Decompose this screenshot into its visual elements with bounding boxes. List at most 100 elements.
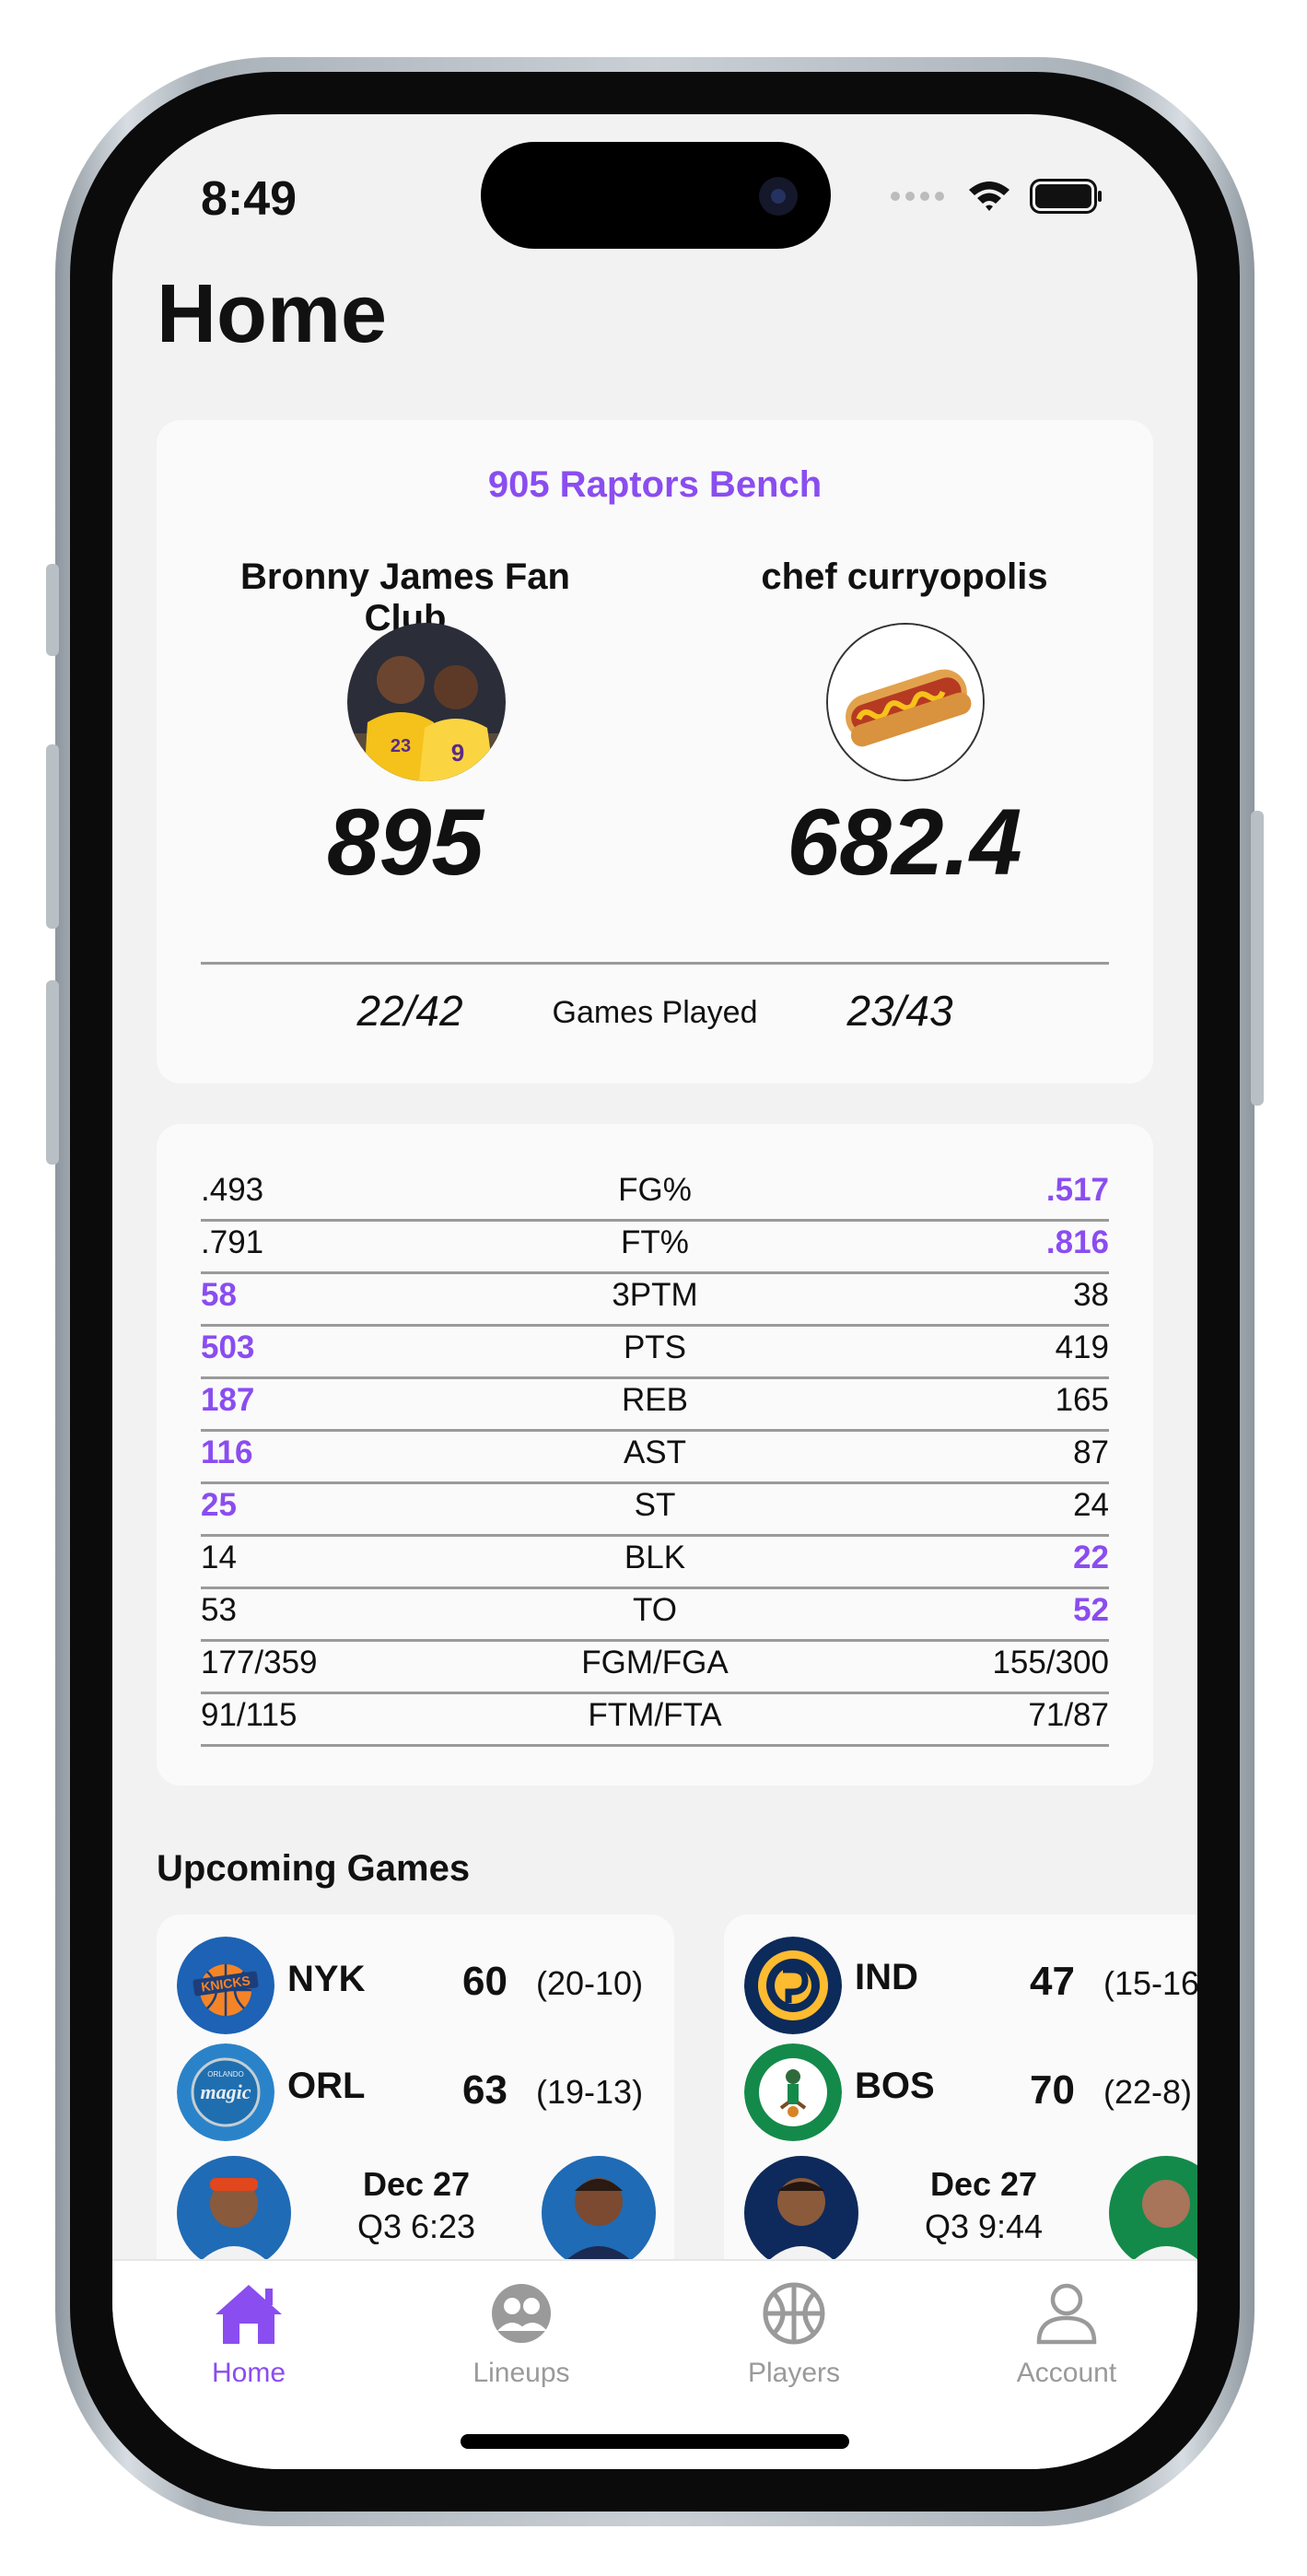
- team-record: (22-8): [1103, 2073, 1193, 2111]
- team-record: (15-16): [1103, 1964, 1197, 2002]
- stat-row: .493 FG% .517: [201, 1166, 1109, 1222]
- tab-players[interactable]: Players: [702, 2281, 886, 2389]
- game-card[interactable]: KNICKS NYK 60 (20-10) magic ORLANDO ORL …: [157, 1914, 674, 2283]
- team-abbreviation: ORL: [287, 2066, 366, 2106]
- stat-label: FTM/FTA: [588, 1697, 722, 1733]
- knicks-logo-icon: KNICKS: [177, 1937, 274, 2034]
- status-time: 8:49: [201, 172, 298, 226]
- stat-label: FG%: [618, 1172, 692, 1208]
- stat-right-value: 419: [1055, 1329, 1109, 1365]
- stats-comparison-card: .493 FG% .517.791 FT% .816 58 3PTM 38 503 PTS 419 1…: [157, 1124, 1153, 1786]
- stat-label: TO: [633, 1592, 677, 1628]
- stat-row: 14 BLK 22: [201, 1534, 1109, 1589]
- stat-right-value: 22: [1073, 1540, 1109, 1575]
- stat-right-value: 155/300: [992, 1645, 1109, 1680]
- home-team-score: 895: [326, 790, 484, 895]
- away-team-name: chef curryopolis: [761, 556, 1048, 597]
- stat-row: 53 TO 52: [201, 1587, 1109, 1642]
- volume-up-button: [46, 744, 59, 929]
- game-clock: Q3 9:44: [924, 2207, 1044, 2245]
- cellular-signal-icon: [891, 192, 944, 201]
- stat-row: 177/359 FGM/FGA 155/300: [201, 1639, 1109, 1694]
- upcoming-games-title: Upcoming Games: [157, 1848, 471, 1889]
- pacers-logo-icon: [744, 1937, 842, 2034]
- home-team-avatar: 23 9: [347, 623, 506, 781]
- people-icon: [492, 2284, 551, 2343]
- away-games-played: 23/43: [846, 987, 953, 1035]
- team-projection: 63: [462, 2067, 508, 2113]
- stat-right-value: 38: [1073, 1277, 1109, 1313]
- games-played-label: Games Played: [552, 995, 758, 1030]
- action-button: [46, 564, 59, 656]
- game-date: Dec 27: [929, 2165, 1038, 2203]
- magic-logo-icon: magic ORLANDO: [177, 2043, 274, 2141]
- status-icons: [890, 179, 1103, 214]
- screen: 8:49 Home 905 Raptors Bench Bronny James…: [112, 114, 1197, 2469]
- tab-label: Account: [1016, 2358, 1117, 2388]
- game-date: Dec 27: [362, 2165, 471, 2203]
- matchup-card[interactable]: 905 Raptors Bench Bronny James Fan Club …: [157, 420, 1153, 1083]
- stat-label: FGM/FGA: [581, 1645, 729, 1680]
- wifi-icon: [969, 181, 1009, 211]
- game-clock: Q3 6:23: [356, 2207, 476, 2245]
- team-record: (20-10): [536, 1964, 644, 2002]
- stat-right-value: .517: [1045, 1172, 1109, 1208]
- dynamic-island: [481, 142, 831, 249]
- player-avatar: [542, 2156, 656, 2270]
- team-projection: 70: [1030, 2067, 1075, 2113]
- tab-lineups[interactable]: Lineups: [429, 2281, 613, 2389]
- away-team-score: 682.4: [787, 790, 1022, 895]
- league-name[interactable]: 905 Raptors Bench: [157, 464, 1153, 506]
- stat-row: 503 PTS 419: [201, 1324, 1109, 1379]
- svg-text:23: 23: [391, 736, 411, 756]
- stat-right-value: 71/87: [1028, 1697, 1109, 1733]
- basketball-icon: [763, 2282, 825, 2345]
- stat-label: 3PTM: [612, 1277, 698, 1313]
- tab-label: Players: [747, 2358, 841, 2388]
- page-title: Home: [157, 268, 388, 360]
- power-button: [1251, 811, 1264, 1106]
- stat-row: 187 REB 165: [201, 1376, 1109, 1432]
- stat-label: PTS: [623, 1329, 687, 1365]
- stat-row: 58 3PTM 38: [201, 1271, 1109, 1327]
- stat-right-value: 24: [1073, 1487, 1109, 1523]
- stat-label: AST: [623, 1434, 687, 1470]
- stat-row: 25 ST 24: [201, 1481, 1109, 1537]
- stat-right-value: 87: [1073, 1434, 1109, 1470]
- team-abbreviation: BOS: [855, 2066, 935, 2106]
- stat-right-value: .816: [1045, 1224, 1109, 1260]
- game-card[interactable]: IND 47 (15-16) BOS 70 (22-8) Dec 27: [724, 1914, 1197, 2283]
- stat-row: 91/115 FTM/FTA 71/87: [201, 1692, 1109, 1747]
- celtics-logo-icon: [744, 2043, 842, 2141]
- svg-text:magic: magic: [201, 2080, 251, 2103]
- away-team-avatar: [826, 623, 985, 781]
- stat-row: .791 FT% .816: [201, 1219, 1109, 1274]
- battery-icon: [1030, 179, 1102, 214]
- stat-right-value: 165: [1055, 1382, 1109, 1418]
- camera-icon: [759, 177, 798, 216]
- player-avatar: [744, 2156, 858, 2270]
- svg-text:9: 9: [451, 739, 464, 767]
- stat-label: BLK: [624, 1540, 686, 1575]
- team-abbreviation: IND: [855, 1957, 918, 1997]
- stat-label: REB: [622, 1382, 688, 1418]
- team-abbreviation: NYK: [287, 1959, 366, 1999]
- person-icon: [1036, 2283, 1097, 2345]
- team-projection: 60: [462, 1959, 508, 2004]
- tab-label: Home: [211, 2358, 286, 2388]
- stat-row: 116 AST 87: [201, 1429, 1109, 1484]
- stat-right-value: 52: [1073, 1592, 1109, 1628]
- house-icon: [216, 2285, 282, 2344]
- divider: [201, 962, 1109, 965]
- player-avatar: [1109, 2156, 1197, 2270]
- team-projection: 47: [1030, 1959, 1075, 2004]
- tab-label: Lineups: [473, 2358, 570, 2388]
- stat-label: FT%: [621, 1224, 689, 1260]
- stat-label: ST: [634, 1487, 676, 1523]
- volume-down-button: [46, 980, 59, 1165]
- tab-home[interactable]: Home: [157, 2281, 341, 2389]
- svg-text:ORLANDO: ORLANDO: [207, 2070, 244, 2078]
- home-indicator: [461, 2434, 849, 2449]
- team-record: (19-13): [536, 2073, 644, 2111]
- tab-account[interactable]: Account: [974, 2281, 1159, 2389]
